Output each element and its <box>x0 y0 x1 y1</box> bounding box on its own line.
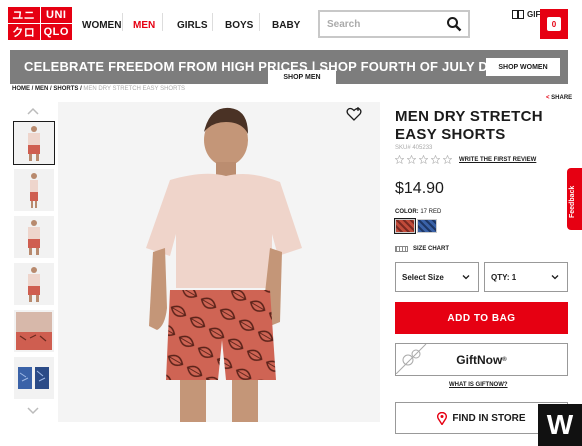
product-price: $14.90 <box>395 180 444 197</box>
size-select-value: Select Size <box>402 272 444 282</box>
size-select[interactable]: Select Size <box>395 262 479 292</box>
share-link[interactable]: SHARE <box>546 95 572 101</box>
nav-divider <box>212 13 213 31</box>
thumbs-down-arrow-icon[interactable] <box>26 406 40 416</box>
model-thumb-icon <box>28 267 40 302</box>
ruler-icon <box>395 246 408 252</box>
main-product-image[interactable] <box>58 102 380 422</box>
swatch-red[interactable] <box>394 218 416 234</box>
star-empty-icon <box>419 155 428 164</box>
logo-cell: クロ <box>8 24 40 40</box>
cart-button[interactable]: 0 <box>540 9 568 39</box>
giftnow-button[interactable]: GiftNow ® <box>395 343 568 376</box>
thumbnail-4[interactable] <box>14 263 54 305</box>
star-empty-icon <box>443 155 452 164</box>
logo-cell: ユニ <box>8 7 40 23</box>
color-swatches <box>394 218 437 234</box>
giftnow-label: GiftNow <box>456 352 503 367</box>
shop-men-button[interactable]: SHOP MEN <box>268 70 336 84</box>
nav-item-baby[interactable]: BABY <box>272 20 300 31</box>
star-empty-icon <box>407 155 416 164</box>
map-pin-icon <box>437 411 448 425</box>
quantity-select[interactable]: QTY: 1 <box>484 262 568 292</box>
find-in-store-label: FIND IN STORE <box>452 412 526 424</box>
gift-ribbon-icon <box>396 344 427 374</box>
search-box <box>318 10 470 38</box>
quantity-select-value: QTY: 1 <box>491 272 517 282</box>
w-badge-logo: W <box>538 404 582 446</box>
what-is-giftnow-link[interactable]: WHAT IS GIFTNOW? <box>449 382 508 388</box>
chevron-down-icon <box>462 275 470 280</box>
product-sku: SKU# 405233 <box>395 145 433 151</box>
thumbnail-5[interactable] <box>14 310 54 352</box>
size-chart-label: SIZE CHART <box>413 246 449 252</box>
logo-cell: UNI <box>40 7 72 23</box>
favorite-heart-icon[interactable] <box>346 106 362 122</box>
color-value: 17 RED <box>420 209 442 215</box>
feedback-label: Feedback <box>569 185 576 218</box>
model-thumb-icon <box>28 220 40 255</box>
nav-item-women[interactable]: WOMEN <box>82 20 121 31</box>
thumbnail-2[interactable] <box>14 169 54 211</box>
nav-divider <box>162 13 163 31</box>
nav-divider <box>122 13 123 31</box>
breadcrumb-shorts[interactable]: SHORTS <box>53 86 78 92</box>
color-label-text: COLOR: <box>395 209 419 215</box>
shorts-detail-thumb-icon <box>16 312 52 350</box>
star-empty-icon <box>431 155 440 164</box>
thumbnail-3[interactable] <box>14 216 54 258</box>
breadcrumb-current: MEN DRY STRETCH EASY SHORTS <box>83 86 185 92</box>
size-chart-link[interactable]: SIZE CHART <box>395 246 449 252</box>
feedback-tab[interactable]: Feedback <box>567 168 582 230</box>
star-empty-icon <box>395 155 404 164</box>
breadcrumb: HOME / MEN / SHORTS / MEN DRY STRETCH EA… <box>12 86 185 92</box>
thumbnail-6[interactable] <box>14 357 54 399</box>
logo-cell: QLO <box>40 24 72 40</box>
thumbs-up-arrow-icon[interactable] <box>26 106 40 116</box>
nav-item-girls[interactable]: GIRLS <box>177 20 208 31</box>
model-thumb-icon <box>30 173 38 208</box>
breadcrumb-home[interactable]: HOME <box>12 86 30 92</box>
product-title: MEN DRY STRETCH EASY SHORTS <box>395 108 543 143</box>
folded-shorts-thumb-icon <box>18 367 49 389</box>
add-to-bag-button[interactable]: ADD TO BAG <box>395 302 568 334</box>
search-icon[interactable] <box>446 16 462 32</box>
registered-mark: ® <box>502 356 507 363</box>
thumbnail-1[interactable] <box>13 121 55 165</box>
gift-card-icon <box>512 10 524 19</box>
swatch-blue[interactable] <box>417 219 437 233</box>
model-thumb-icon <box>28 126 40 161</box>
color-label: COLOR: 17 RED <box>395 209 441 215</box>
search-input[interactable] <box>327 18 437 30</box>
breadcrumb-men[interactable]: MEN <box>35 86 48 92</box>
rating-stars: WRITE THE FIRST REVIEW <box>395 155 536 164</box>
uniqlo-logo[interactable]: ユニ UNI クロ QLO <box>8 7 72 40</box>
model-in-shorts-illustration <box>146 107 302 422</box>
nav-divider <box>259 13 260 31</box>
thumbnail-list <box>13 121 55 404</box>
nav-item-men[interactable]: MEN <box>133 20 155 31</box>
promo-banner: CELEBRATE FREEDOM FROM HIGH PRICES | SHO… <box>10 50 568 84</box>
cart-count-badge: 0 <box>547 17 561 31</box>
nav-item-boys[interactable]: BOYS <box>225 20 253 31</box>
shop-women-button[interactable]: SHOP WOMEN <box>486 58 560 76</box>
chevron-down-icon <box>551 275 559 280</box>
write-review-link[interactable]: WRITE THE FIRST REVIEW <box>459 157 536 163</box>
